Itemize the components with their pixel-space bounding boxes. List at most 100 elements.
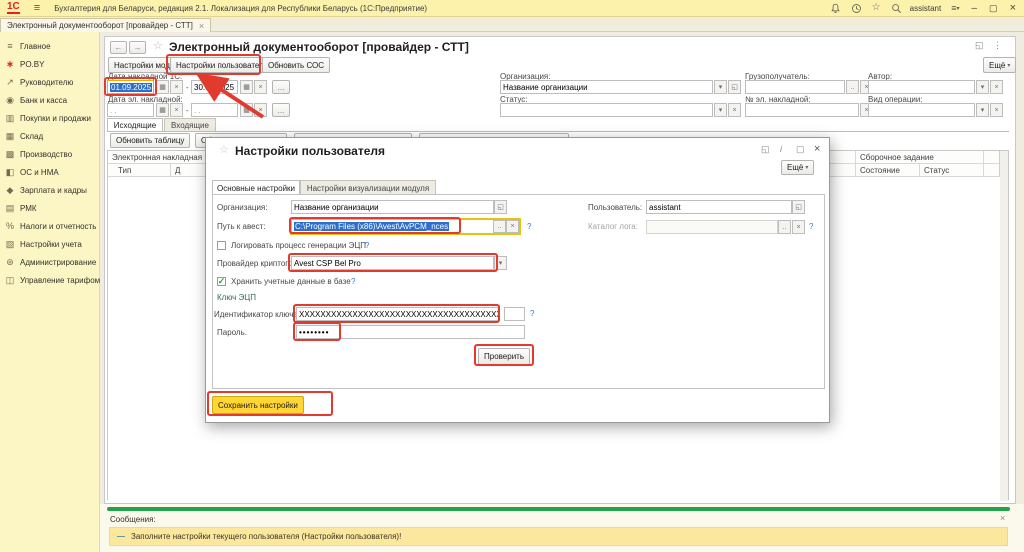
notifications-bell-icon[interactable] — [830, 3, 841, 14]
table-col-state[interactable]: Состояние — [856, 164, 920, 177]
date-el-from-field[interactable]: . . — [107, 103, 154, 117]
date-to-field[interactable]: 30.09.2025 — [191, 80, 238, 94]
message-item[interactable]: — Заполните настройки текущего пользоват… — [109, 527, 1008, 546]
log-process-checkbox[interactable] — [217, 241, 226, 250]
messages-close-icon[interactable]: × — [1000, 513, 1005, 523]
date-to-calendar-icon[interactable]: ▦ — [240, 80, 253, 94]
store-credentials-help-link[interactable]: ? — [351, 277, 355, 286]
table-vertical-scrollbar[interactable] — [999, 151, 1008, 501]
dialog-logdir-field[interactable] — [646, 220, 778, 234]
sidebar-item-sklad[interactable]: ▦Склад — [0, 127, 99, 145]
consignee-choose-icon[interactable]: .. — [846, 80, 859, 94]
sidebar-item-nastrojki-ucheta[interactable]: ▧Настройки учета — [0, 235, 99, 253]
sidebar-item-glavnoe[interactable]: ≡Главное — [0, 37, 99, 55]
date-el-to-field[interactable]: . . — [191, 103, 238, 117]
main-menu-icon[interactable]: ≡ — [34, 2, 40, 14]
minimize-window-icon[interactable]: – — [971, 3, 977, 14]
dialog-org-field[interactable]: Название организации — [291, 200, 494, 214]
sidebar-item-rukovoditelyu[interactable]: ↗Руководителю — [0, 73, 99, 91]
key-id-help-link[interactable]: ? — [530, 309, 534, 318]
favorite-star-icon[interactable]: ☆ — [153, 39, 163, 52]
dialog-path-field[interactable]: C:\Program Files (x86)\Avest\AvPCM_nces — [292, 220, 493, 233]
dialog-logdir-clear-icon[interactable]: × — [792, 220, 805, 234]
form-link-icon[interactable]: ◱ — [975, 40, 984, 51]
sidebar-item-administrirovanie[interactable]: ⊛Администрирование — [0, 253, 99, 271]
dialog-tab-main-settings[interactable]: Основные настройки — [212, 180, 300, 195]
sidebar-item-upravlenie-tarifom[interactable]: ◫Управление тарифом — [0, 271, 99, 289]
tab-outgoing[interactable]: Исходящие — [107, 118, 163, 132]
log-process-help-link[interactable]: ? — [365, 241, 369, 250]
author-clear-icon[interactable]: × — [990, 80, 1003, 94]
messages-splitter[interactable] — [107, 507, 1010, 511]
date-from-clear-icon[interactable]: × — [170, 80, 183, 94]
key-id-extra-field[interactable] — [504, 307, 525, 321]
sidebar-item-proizvodstvo[interactable]: ▩Производство — [0, 145, 99, 163]
date-range-options-button[interactable]: ... — [272, 80, 290, 94]
refresh-sos-button[interactable]: Обновить СОС — [262, 57, 330, 73]
table-group-assembly-task[interactable]: Сборочное задание — [856, 151, 984, 164]
sidebar-item-os-i-nma[interactable]: ◧ОС и НМА — [0, 163, 99, 181]
dialog-close-icon[interactable]: × — [814, 143, 820, 155]
dialog-logdir-choose-icon[interactable]: .. — [778, 220, 791, 234]
date-el-to-clear-icon[interactable]: × — [254, 103, 267, 117]
date-el-options-button[interactable]: ... — [272, 103, 290, 117]
sidebar-item-pokupki-i-prodazhi[interactable]: ▥Покупки и продажи — [0, 109, 99, 127]
date-from-field[interactable]: 01.09.2025 — [107, 80, 154, 94]
history-icon[interactable] — [851, 3, 862, 14]
provider-dropdown-icon[interactable]: ▾ — [494, 256, 507, 270]
user-settings-button[interactable]: Настройки пользователя — [170, 57, 274, 73]
status-field[interactable] — [500, 103, 713, 117]
sidebar-item-rmk[interactable]: ▤РМК — [0, 199, 99, 217]
date-el-to-calendar-icon[interactable]: ▦ — [240, 103, 253, 117]
forward-button[interactable]: → — [129, 41, 146, 54]
document-tab[interactable]: Электронный документооборот [провайдер -… — [0, 18, 211, 32]
org-field[interactable]: Название организации — [500, 80, 713, 94]
search-icon[interactable] — [891, 3, 902, 14]
service-menu-icon[interactable]: ≡▾ — [951, 3, 959, 13]
dialog-tab-visualization[interactable]: Настройки визуализации модуля — [300, 180, 436, 195]
dialog-path-clear-icon[interactable]: × — [506, 220, 519, 233]
author-field[interactable] — [868, 80, 975, 94]
sidebar-item-po-by[interactable]: ∗PO.BY — [0, 55, 99, 73]
back-button[interactable]: ← — [110, 41, 127, 54]
dialog-info-icon[interactable]: i — [780, 144, 782, 154]
tab-incoming[interactable]: Входящие — [164, 118, 216, 132]
sidebar-item-nalogi-i-otchetnost[interactable]: %Налоги и отчетность — [0, 217, 99, 235]
store-credentials-checkbox[interactable]: ✓ — [217, 277, 226, 286]
current-user[interactable]: assistant — [910, 4, 942, 13]
dialog-user-open-icon[interactable]: ◱ — [792, 200, 805, 214]
password-field[interactable]: •••••••• — [296, 325, 525, 339]
waybill-no-field[interactable] — [745, 103, 859, 117]
save-settings-button[interactable]: Сохранить настройки — [212, 396, 304, 414]
document-tab-close-icon[interactable]: × — [199, 21, 204, 31]
table-col-status[interactable]: Статус — [920, 164, 984, 177]
key-id-field[interactable]: XXXXXXXXXXXXXXXXXXXXXXXXXXXXXXXXXXXXXXXX — [296, 307, 499, 321]
org-dropdown-icon[interactable]: ▾ — [714, 80, 727, 94]
status-clear-icon[interactable]: × — [728, 103, 741, 117]
consignee-field[interactable] — [745, 80, 845, 94]
date-to-clear-icon[interactable]: × — [254, 80, 267, 94]
author-dropdown-icon[interactable]: ▾ — [976, 80, 989, 94]
form-kebab-icon[interactable]: ⋮ — [993, 40, 1002, 51]
optype-clear-icon[interactable]: × — [990, 103, 1003, 117]
org-open-icon[interactable]: ◱ — [728, 80, 741, 94]
log-process-checkbox-label[interactable]: Логировать процесс генерации ЭЦП — [231, 241, 366, 250]
dialog-logdir-help-link[interactable]: ? — [809, 222, 813, 231]
dialog-org-open-icon[interactable]: ◱ — [494, 200, 507, 214]
sidebar-item-zarplata-i-kadry[interactable]: ◆Зарплата и кадры — [0, 181, 99, 199]
close-window-icon[interactable]: × — [1010, 2, 1016, 14]
dialog-link-icon[interactable]: ◱ — [761, 144, 770, 155]
dialog-path-help-link[interactable]: ? — [527, 222, 531, 231]
date-el-from-calendar-icon[interactable]: ▦ — [156, 103, 169, 117]
check-button[interactable]: Проверить — [478, 348, 530, 365]
dialog-path-choose-icon[interactable]: .. — [493, 220, 506, 233]
dialog-maximize-icon[interactable]: ▢ — [796, 144, 805, 155]
refresh-table-button[interactable]: Обновить таблицу — [110, 133, 190, 148]
dialog-user-field[interactable]: assistant — [646, 200, 792, 214]
table-col-type[interactable]: Тип — [108, 164, 171, 177]
sidebar-item-bank-i-kassa[interactable]: ◉Банк и касса — [0, 91, 99, 109]
optype-dropdown-icon[interactable]: ▾ — [976, 103, 989, 117]
maximize-window-icon[interactable]: ▢ — [989, 3, 998, 14]
provider-combo[interactable]: Avest CSP Bel Pro — [291, 256, 494, 270]
dialog-star-icon[interactable]: ☆ — [219, 143, 229, 156]
